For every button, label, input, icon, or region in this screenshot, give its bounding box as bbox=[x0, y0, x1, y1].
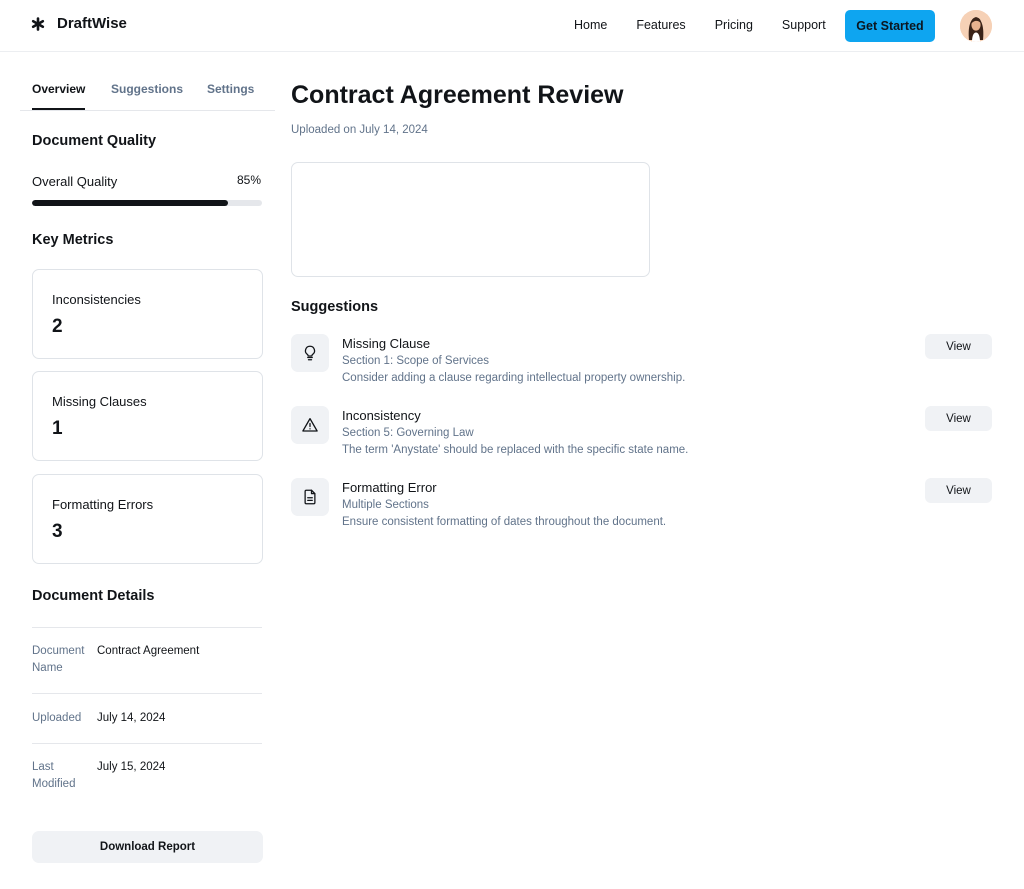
suggestion-item-inconsistency: Inconsistency Section 5: Governing Law T… bbox=[291, 406, 992, 466]
detail-value-last-modified: July 15, 2024 bbox=[97, 761, 166, 773]
suggestion-section: Section 1: Scope of Services bbox=[342, 355, 490, 367]
metric-value: 3 bbox=[52, 521, 63, 542]
metric-label: Formatting Errors bbox=[52, 497, 154, 512]
suggestion-title: Inconsistency bbox=[342, 408, 421, 423]
detail-key-last-modified: Last Modified bbox=[32, 761, 76, 790]
metric-card-missing-clauses: Missing Clauses 1 bbox=[32, 371, 263, 461]
brand-name: DraftWise bbox=[57, 15, 127, 32]
view-button[interactable]: View bbox=[925, 406, 992, 431]
document-icon bbox=[304, 489, 316, 505]
detail-value-document-name: Contract Agreement bbox=[97, 645, 200, 657]
document-details-heading: Document Details bbox=[32, 588, 155, 604]
metric-card-formatting-errors: Formatting Errors 3 bbox=[32, 474, 263, 564]
suggestion-item-formatting-error: Formatting Error Multiple Sections Ensur… bbox=[291, 478, 992, 538]
metric-value: 2 bbox=[52, 316, 63, 337]
lightbulb-icon bbox=[304, 345, 316, 361]
nav-link-home[interactable]: Home bbox=[574, 18, 607, 32]
page-title: Contract Agreement Review bbox=[291, 81, 624, 109]
document-preview bbox=[291, 162, 650, 277]
suggestion-icon-tile bbox=[291, 334, 329, 372]
nav-link-features[interactable]: Features bbox=[636, 18, 685, 32]
tab-suggestions[interactable]: Suggestions bbox=[111, 82, 183, 108]
details-divider bbox=[32, 743, 262, 744]
user-avatar[interactable] bbox=[960, 10, 992, 42]
suggestions-heading: Suggestions bbox=[291, 299, 379, 315]
detail-key-uploaded: Uploaded bbox=[32, 712, 82, 724]
metric-card-inconsistencies: Inconsistencies 2 bbox=[32, 269, 263, 359]
view-button[interactable]: View bbox=[925, 334, 992, 359]
suggestion-item-missing-clause: Missing Clause Section 1: Scope of Servi… bbox=[291, 334, 992, 394]
brand[interactable]: DraftWise bbox=[31, 15, 127, 32]
top-navbar: DraftWise Home Features Pricing Support … bbox=[0, 0, 1024, 52]
overall-quality-value: 85% bbox=[237, 173, 262, 187]
main-content: Contract Agreement Review Uploaded on Ju… bbox=[280, 52, 1024, 889]
uploaded-on-text: Uploaded on July 14, 2024 bbox=[291, 124, 428, 136]
sidebar-tabs: Overview Suggestions Settings bbox=[20, 82, 275, 111]
suggestion-icon-tile bbox=[291, 478, 329, 516]
metric-label: Inconsistencies bbox=[52, 292, 141, 307]
suggestion-description: Ensure consistent formatting of dates th… bbox=[342, 516, 667, 528]
suggestion-icon-tile bbox=[291, 406, 329, 444]
suggestion-description: The term 'Anystate' should be replaced w… bbox=[342, 444, 689, 456]
quality-progress-fill bbox=[32, 200, 228, 206]
suggestion-description: Consider adding a clause regarding intel… bbox=[342, 372, 686, 384]
overall-quality-label: Overall Quality bbox=[32, 174, 118, 189]
sidebar: Overview Suggestions Settings Document Q… bbox=[0, 52, 280, 889]
nav-link-pricing[interactable]: Pricing bbox=[715, 18, 753, 32]
tab-settings[interactable]: Settings bbox=[207, 82, 254, 108]
metric-label: Missing Clauses bbox=[52, 394, 147, 409]
tab-overview[interactable]: Overview bbox=[32, 82, 86, 110]
suggestion-section: Multiple Sections bbox=[342, 499, 429, 511]
nav-link-support[interactable]: Support bbox=[782, 18, 826, 32]
warning-triangle-icon bbox=[302, 417, 318, 432]
detail-value-uploaded: July 14, 2024 bbox=[97, 712, 166, 724]
suggestion-section: Section 5: Governing Law bbox=[342, 427, 474, 439]
detail-key-document-name: Document Name bbox=[32, 645, 85, 674]
avatar-portrait-icon bbox=[960, 10, 992, 42]
quality-progress-bar bbox=[32, 200, 262, 206]
metric-value: 1 bbox=[52, 418, 63, 439]
download-report-button[interactable]: Download Report bbox=[32, 831, 263, 863]
view-button[interactable]: View bbox=[925, 478, 992, 503]
document-quality-heading: Document Quality bbox=[32, 133, 157, 149]
details-divider bbox=[32, 693, 262, 694]
key-metrics-heading: Key Metrics bbox=[32, 232, 114, 248]
get-started-button[interactable]: Get Started bbox=[845, 10, 935, 42]
suggestion-title: Missing Clause bbox=[342, 336, 431, 351]
details-divider bbox=[32, 627, 262, 628]
suggestion-title: Formatting Error bbox=[342, 480, 437, 495]
asterisk-logo-icon bbox=[31, 16, 45, 31]
main-nav: Home Features Pricing Support bbox=[574, 18, 855, 32]
